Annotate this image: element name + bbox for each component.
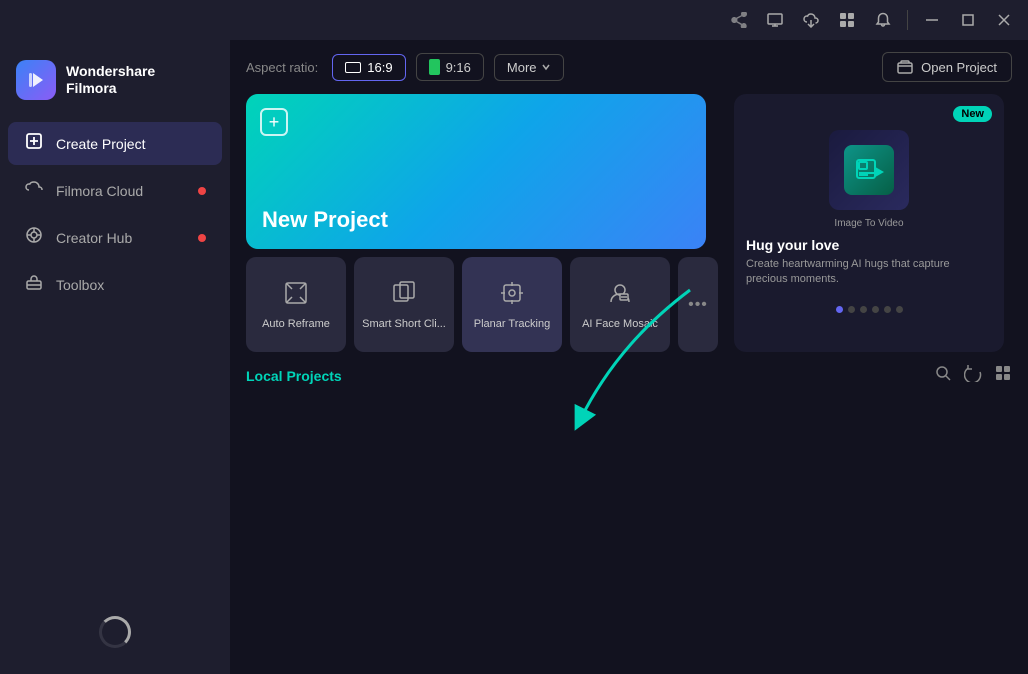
refresh-projects-icon[interactable] — [964, 364, 982, 387]
sidebar-label-toolbox: Toolbox — [56, 277, 104, 293]
carousel-dot-5[interactable] — [884, 306, 891, 313]
share-icon[interactable] — [723, 4, 755, 36]
logo-text: Wondershare Filmora — [66, 63, 155, 97]
aspect-9-16-button[interactable]: 9:16 — [416, 53, 484, 81]
smart-short-clip-label: Smart Short Cli... — [362, 318, 446, 330]
img-to-video-icon — [844, 145, 894, 195]
right-panel: New Image To Video Hug your love Create … — [734, 94, 1004, 352]
new-project-plus-icon: + — [260, 108, 288, 136]
sidebar-label-filmora-cloud: Filmora Cloud — [56, 183, 143, 199]
image-to-video-thumbnail — [829, 130, 909, 210]
header-actions — [934, 364, 1012, 387]
new-badge: New — [953, 106, 992, 122]
create-project-icon — [24, 132, 44, 155]
aspect-16-9-button[interactable]: 16:9 — [332, 54, 405, 81]
sidebar-label-create-project: Create Project — [56, 136, 145, 152]
sidebar-bottom — [0, 600, 230, 664]
monitor-icon[interactable] — [759, 4, 791, 36]
sidebar-item-create-project[interactable]: Create Project — [8, 122, 222, 165]
more-label: More — [507, 60, 537, 75]
new-project-card[interactable]: + New Project — [246, 94, 706, 249]
feature-cards-row: Auto Reframe Smart Short Cli... — [246, 257, 718, 352]
right-panel-title: Hug your love — [746, 237, 992, 253]
toolbox-icon — [24, 273, 44, 296]
more-button[interactable]: More — [494, 54, 564, 81]
creator-hub-icon — [24, 226, 44, 249]
close-button[interactable] — [988, 4, 1020, 36]
new-project-title: New Project — [262, 207, 690, 233]
content-wrapper: Aspect ratio: 16:9 9:16 More Open Projec… — [230, 40, 1028, 674]
ai-face-mosaic-icon — [607, 280, 633, 312]
planar-tracking-icon — [499, 280, 525, 312]
filmora-cloud-icon — [24, 179, 44, 202]
app-logo — [16, 60, 56, 100]
logo-area: Wondershare Filmora — [0, 50, 230, 120]
titlebar-separator — [907, 10, 908, 30]
img-to-video-label: Image To Video — [746, 218, 992, 229]
local-projects-header: Local Projects — [246, 364, 1012, 387]
cloud-icon[interactable] — [795, 4, 827, 36]
planar-tracking-label: Planar Tracking — [474, 318, 550, 330]
topbar: Aspect ratio: 16:9 9:16 More Open Projec… — [230, 40, 1028, 94]
filmora-cloud-dot — [198, 187, 206, 195]
aspect-ratio-label: Aspect ratio: — [246, 60, 318, 75]
app-layout: Wondershare Filmora Create Project Filmo… — [0, 40, 1028, 674]
sidebar-item-creator-hub[interactable]: Creator Hub — [8, 216, 222, 259]
carousel-dot-1[interactable] — [836, 306, 843, 313]
grid-view-icon[interactable] — [994, 364, 1012, 387]
more-features-icon: ••• — [688, 296, 708, 314]
smart-short-clip-card[interactable]: Smart Short Cli... — [354, 257, 454, 352]
open-project-button[interactable]: Open Project — [882, 52, 1012, 82]
sidebar: Wondershare Filmora Create Project Filmo… — [0, 40, 230, 674]
creator-hub-dot — [198, 234, 206, 242]
ai-face-mosaic-label: AI Face Mosaic — [582, 318, 658, 330]
loading-spinner — [99, 616, 131, 648]
right-panel-desc: Create heartwarming AI hugs that capture… — [746, 257, 992, 288]
local-projects-section: Local Projects — [230, 364, 1028, 674]
auto-reframe-card[interactable]: Auto Reframe — [246, 257, 346, 352]
carousel-dot-4[interactable] — [872, 306, 879, 313]
more-features-card[interactable]: ••• — [678, 257, 718, 352]
carousel-dots — [734, 306, 1004, 313]
carousel-dot-3[interactable] — [860, 306, 867, 313]
cards-and-right: + New Project Auto Reframe — [230, 94, 1028, 364]
aspect-9-16-icon — [429, 59, 440, 75]
aspect-16-9-label: 16:9 — [367, 60, 392, 75]
logo-subtitle: Filmora — [66, 80, 155, 97]
sidebar-item-toolbox[interactable]: Toolbox — [8, 263, 222, 306]
planar-tracking-card[interactable]: Planar Tracking — [462, 257, 562, 352]
sidebar-label-creator-hub: Creator Hub — [56, 230, 132, 246]
bell-icon[interactable] — [867, 4, 899, 36]
local-projects-title: Local Projects — [246, 368, 342, 384]
logo-title: Wondershare — [66, 63, 155, 80]
maximize-button[interactable] — [952, 4, 984, 36]
auto-reframe-icon — [283, 280, 309, 312]
grid-icon[interactable] — [831, 4, 863, 36]
auto-reframe-label: Auto Reframe — [262, 318, 330, 330]
search-projects-icon[interactable] — [934, 364, 952, 387]
smart-short-clip-icon — [391, 280, 417, 312]
left-cards: + New Project Auto Reframe — [246, 94, 718, 352]
aspect-16-9-icon — [345, 62, 361, 73]
titlebar — [0, 0, 1028, 40]
sidebar-item-filmora-cloud[interactable]: Filmora Cloud — [8, 169, 222, 212]
carousel-dot-2[interactable] — [848, 306, 855, 313]
ai-face-mosaic-card[interactable]: AI Face Mosaic — [570, 257, 670, 352]
carousel-dot-6[interactable] — [896, 306, 903, 313]
open-project-label: Open Project — [921, 60, 997, 75]
main-content: Aspect ratio: 16:9 9:16 More Open Projec… — [230, 40, 1028, 674]
minimize-button[interactable] — [916, 4, 948, 36]
aspect-9-16-label: 9:16 — [446, 60, 471, 75]
